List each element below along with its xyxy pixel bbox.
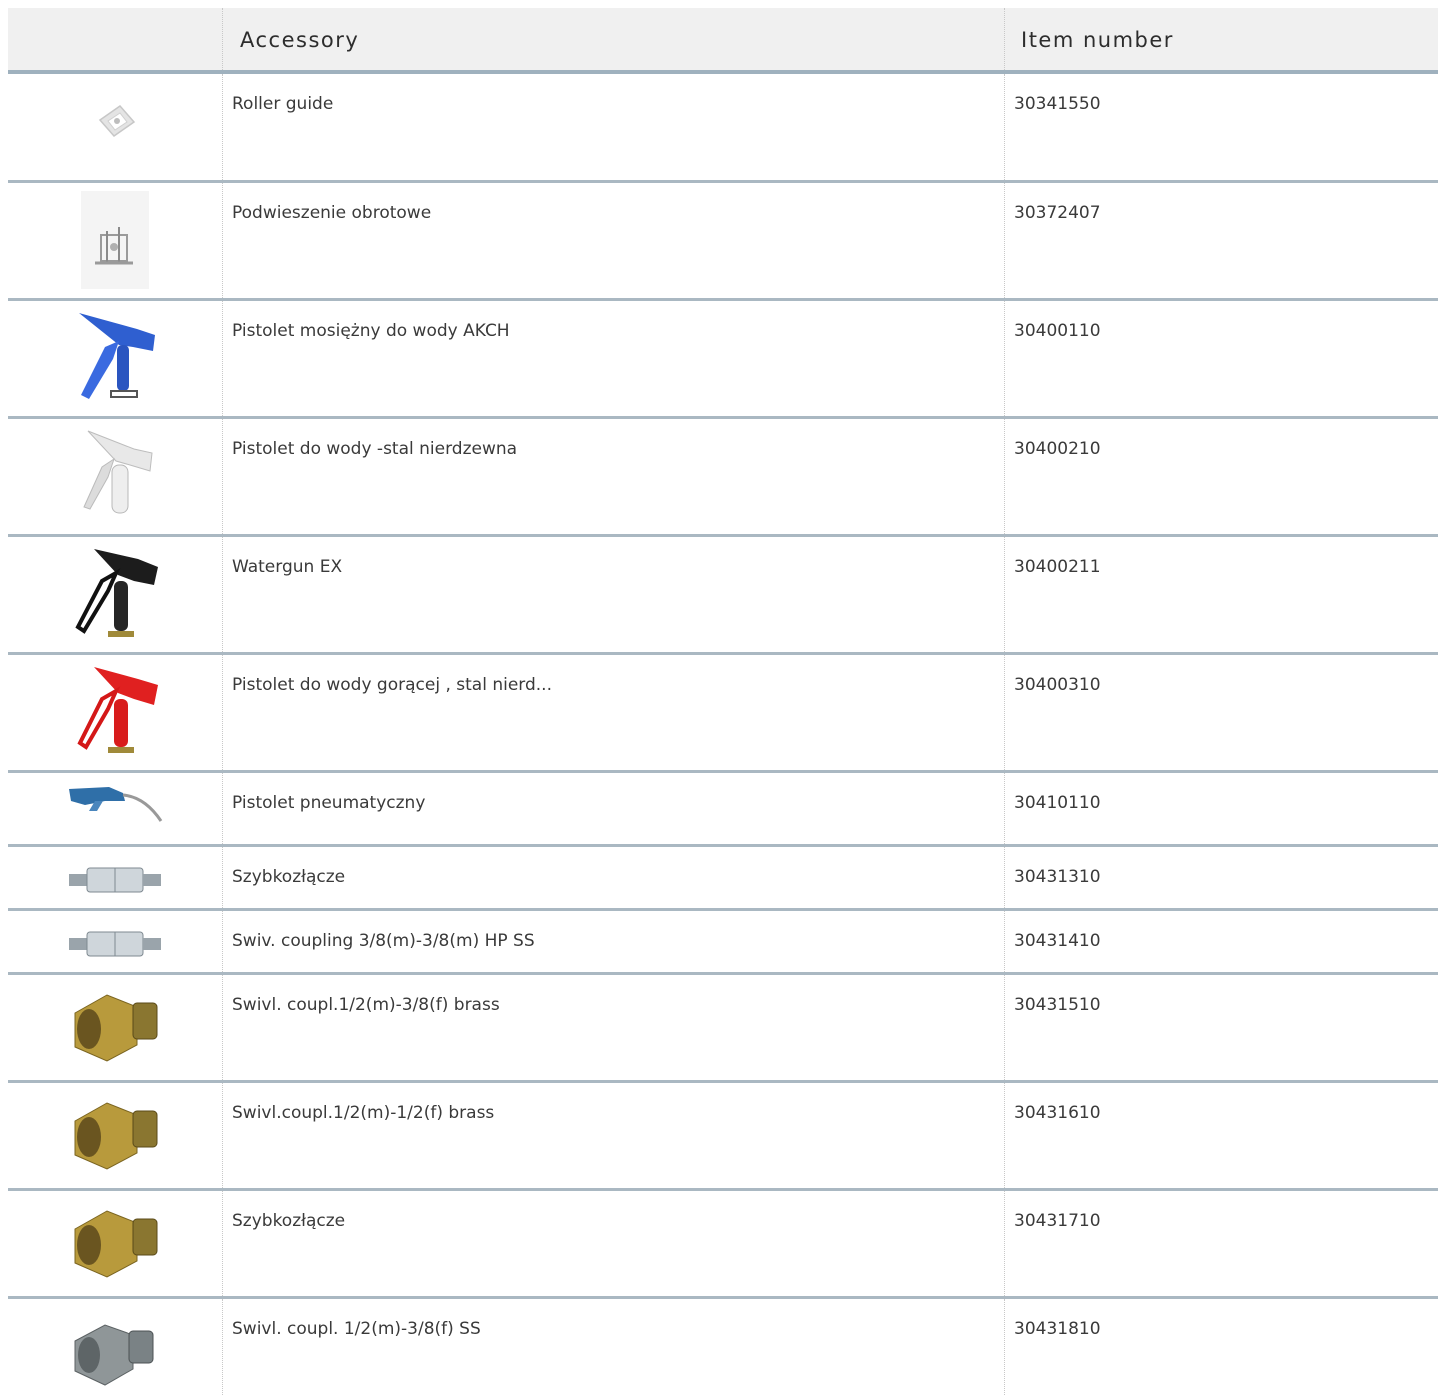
steel-coupling-icon: [67, 865, 163, 895]
item-number: 30400210: [1014, 439, 1101, 459]
table-row: Swiv. coupling 3/8(m)-3/8(m) HP SS 30431…: [8, 911, 1438, 975]
white-water-gun-icon: [70, 425, 160, 521]
item-number: 30341550: [1014, 94, 1101, 114]
table-row: Pistolet pneumatyczny 30410110: [8, 773, 1438, 847]
accessory-name: Watergun EX: [223, 537, 1005, 652]
product-image: [8, 911, 223, 972]
table-row: Swivl.coupl.1/2(m)-1/2(f) brass 30431610: [8, 1083, 1438, 1191]
product-image: [8, 419, 223, 534]
product-image: [8, 1299, 223, 1395]
header-item-number[interactable]: Item number: [1005, 8, 1438, 70]
header-image-column: [8, 8, 223, 70]
accessory-name: Roller guide: [223, 74, 1005, 180]
product-image: [8, 975, 223, 1080]
item-number: 30431410: [1014, 931, 1101, 951]
accessory-name: Swivl. coupl.1/2(m)-3/8(f) brass: [223, 975, 1005, 1080]
accessory-name: Pistolet do wody -stal nierdzewna: [223, 419, 1005, 534]
item-number: 30431710: [1014, 1211, 1101, 1231]
table-row: Pistolet do wody gorącej , stal nierd...…: [8, 655, 1438, 773]
steel-coupling-icon: [67, 929, 163, 959]
product-image: [8, 183, 223, 298]
table-row: Szybkozłącze 30431310: [8, 847, 1438, 911]
item-number: 30372407: [1014, 203, 1101, 223]
accessory-name: Swivl.coupl.1/2(m)-1/2(f) brass: [223, 1083, 1005, 1188]
product-image: [8, 537, 223, 652]
roller-guide-icon: [92, 102, 138, 142]
table-row: Pistolet mosiężny do wody AKCH 30400110: [8, 301, 1438, 419]
accessory-name: Podwieszenie obrotowe: [223, 183, 1005, 298]
table-row: Pistolet do wody -stal nierdzewna 304002…: [8, 419, 1438, 537]
red-water-gun-icon: [68, 661, 162, 757]
accessory-name: Szybkozłącze: [223, 1191, 1005, 1296]
table-row: Swivl. coupl. 1/2(m)-3/8(f) SS 30431810: [8, 1299, 1438, 1395]
product-image: [8, 1191, 223, 1296]
item-number: 30431510: [1014, 995, 1101, 1015]
steel-fitting-icon: [67, 1315, 163, 1389]
table-row: Swivl. coupl.1/2(m)-3/8(f) brass 3043151…: [8, 975, 1438, 1083]
item-number: 30400110: [1014, 321, 1101, 341]
accessory-name: Pistolet do wody gorącej , stal nierd...: [223, 655, 1005, 770]
product-image: [8, 847, 223, 908]
accessory-name: Szybkozłącze: [223, 847, 1005, 908]
table-row: Szybkozłącze 30431710: [8, 1191, 1438, 1299]
product-image: [8, 1083, 223, 1188]
item-number: 30410110: [1014, 793, 1101, 813]
item-number: 30400211: [1014, 557, 1101, 577]
table-header-row: Accessory Item number: [8, 8, 1438, 74]
brass-fitting-icon: [67, 1201, 163, 1281]
item-number: 30400310: [1014, 675, 1101, 695]
table-row: Podwieszenie obrotowe 30372407: [8, 183, 1438, 301]
swivel-suspension-icon: [81, 191, 149, 289]
product-image: [8, 301, 223, 416]
item-number: 30431610: [1014, 1103, 1101, 1123]
table-row: Watergun EX 30400211: [8, 537, 1438, 655]
accessory-name: Swiv. coupling 3/8(m)-3/8(m) HP SS: [223, 911, 1005, 972]
brass-fitting-icon: [67, 985, 163, 1065]
black-water-gun-icon: [68, 543, 162, 639]
accessory-name: Pistolet mosiężny do wody AKCH: [223, 301, 1005, 416]
product-image: [8, 655, 223, 770]
brass-fitting-icon: [67, 1093, 163, 1173]
product-image: [8, 74, 223, 180]
product-image: [8, 773, 223, 844]
header-accessory[interactable]: Accessory: [223, 8, 1005, 70]
item-number: 30431310: [1014, 867, 1101, 887]
item-number: 30431810: [1014, 1319, 1101, 1339]
accessories-table: Accessory Item number Roller guide 30341…: [8, 8, 1438, 1395]
air-gun-icon: [65, 779, 165, 829]
table-row: Roller guide 30341550: [8, 74, 1438, 183]
accessory-name: Pistolet pneumatyczny: [223, 773, 1005, 844]
blue-water-gun-icon: [67, 307, 163, 403]
accessory-name: Swivl. coupl. 1/2(m)-3/8(f) SS: [223, 1299, 1005, 1395]
